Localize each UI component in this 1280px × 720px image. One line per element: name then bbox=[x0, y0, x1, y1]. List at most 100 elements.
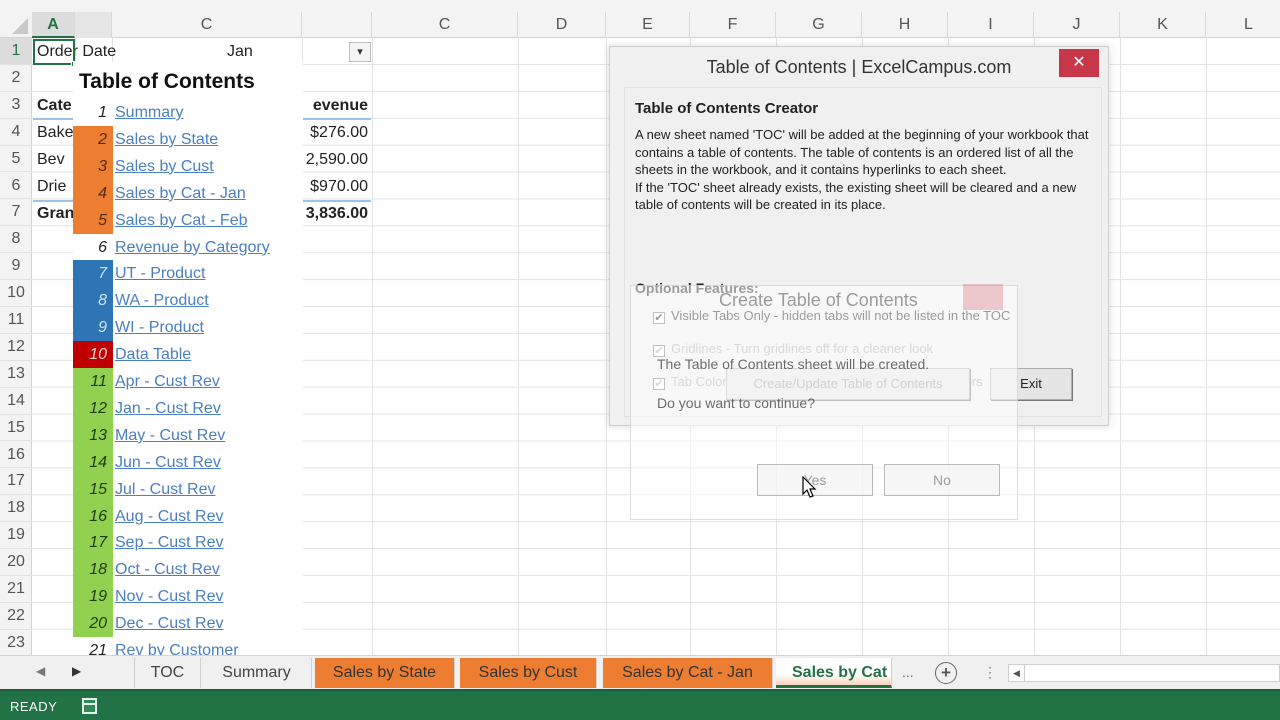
row-header-10[interactable]: 10 bbox=[0, 280, 32, 307]
row-header-7[interactable]: 7 bbox=[0, 199, 32, 227]
cell-revenue-2[interactable]: 2,590.00 bbox=[302, 151, 368, 169]
sheet-tab-toc[interactable]: TOC bbox=[134, 658, 201, 688]
row-header-22[interactable]: 22 bbox=[0, 603, 32, 630]
description-part-2: If the 'TOC' sheet already exists, the e… bbox=[635, 179, 1077, 213]
toc-item-link[interactable]: Aug - Cust Rev bbox=[115, 503, 223, 530]
toc-item-link[interactable]: Oct - Cust Rev bbox=[115, 556, 220, 583]
sheet-tab-sales-by-cat-jan[interactable]: Sales by Cat - Jan bbox=[603, 658, 773, 688]
row-header-18[interactable]: 18 bbox=[0, 495, 32, 523]
total-underline bbox=[33, 200, 73, 202]
column-header-d[interactable]: D bbox=[518, 12, 606, 38]
toc-item-link[interactable]: Nov - Cust Rev bbox=[115, 583, 223, 610]
row-header-13[interactable]: 13 bbox=[0, 361, 32, 388]
column-header-partial[interactable] bbox=[302, 12, 372, 38]
toc-item-link[interactable]: May - Cust Rev bbox=[115, 422, 225, 449]
scroll-left-arrow-icon[interactable]: ◀ bbox=[1009, 665, 1025, 681]
cell-a3[interactable]: Cate bbox=[37, 97, 72, 115]
toc-item: 7 UT - Product bbox=[73, 260, 303, 288]
row-header-20[interactable]: 20 bbox=[0, 549, 32, 576]
sheet-tab-sales-by-cust[interactable]: Sales by Cust bbox=[460, 658, 597, 688]
column-header-i[interactable]: I bbox=[948, 12, 1034, 38]
cell-a6[interactable]: Drie bbox=[37, 178, 66, 196]
row-header-23[interactable]: 23 bbox=[0, 630, 32, 657]
row-header-16[interactable]: 16 bbox=[0, 442, 32, 469]
row-header-5[interactable]: 5 bbox=[0, 146, 32, 173]
toc-item-link[interactable]: Sales by Cust bbox=[115, 153, 214, 180]
row-header-17[interactable]: 17 bbox=[0, 468, 32, 496]
toc-item-link[interactable]: WA - Product bbox=[115, 287, 209, 314]
column-header-h[interactable]: H bbox=[862, 12, 948, 38]
toc-item-link[interactable]: UT - Product bbox=[115, 260, 205, 287]
dialog-title: Table of Contents | ExcelCampus.com bbox=[706, 57, 1012, 77]
row-header-8[interactable]: 8 bbox=[0, 226, 32, 254]
toc-item-number: 11 bbox=[73, 368, 113, 395]
row-header-6[interactable]: 6 bbox=[0, 173, 32, 200]
column-header-l[interactable]: L bbox=[1206, 12, 1280, 38]
sheet-tab-sales-by-state[interactable]: Sales by State bbox=[315, 658, 455, 688]
toc-item-link[interactable]: Sales by State bbox=[115, 126, 218, 153]
tab-scroll-left-icon[interactable]: ◀ bbox=[36, 664, 45, 678]
toc-item-number: 3 bbox=[73, 152, 113, 180]
toc-item-link[interactable]: Summary bbox=[115, 99, 183, 126]
toc-item-number: 2 bbox=[73, 125, 113, 153]
row-header-14[interactable]: 14 bbox=[0, 388, 32, 415]
sheet-tab-sales-by-cat-feb[interactable]: Sales by Cat - Feb bbox=[776, 658, 892, 688]
row-header-3[interactable]: 3 bbox=[0, 92, 32, 119]
column-header-a[interactable]: A bbox=[32, 12, 75, 38]
toc-item-link[interactable]: Jul - Cust Rev bbox=[115, 476, 215, 503]
row-header-19[interactable]: 19 bbox=[0, 522, 32, 550]
column-header-f[interactable]: F bbox=[690, 12, 776, 38]
more-tabs-button[interactable]: ... bbox=[902, 664, 914, 680]
cell-a4[interactable]: Bake bbox=[37, 124, 73, 142]
cell-c1[interactable]: Jan bbox=[227, 43, 253, 61]
close-icon[interactable] bbox=[963, 284, 1003, 310]
toc-item-link[interactable]: Jun - Cust Rev bbox=[115, 449, 221, 476]
column-header-g[interactable]: G bbox=[776, 12, 862, 38]
column-header-b[interactable] bbox=[75, 12, 112, 38]
no-button[interactable]: No bbox=[884, 464, 1000, 496]
toc-item-link[interactable]: Sales by Cat - Jan bbox=[115, 180, 246, 207]
cell-a5[interactable]: Bev bbox=[37, 151, 65, 169]
toc-item-link[interactable]: Revenue by Category bbox=[115, 234, 270, 261]
toc-item: 18 Oct - Cust Rev bbox=[73, 556, 303, 584]
sheet-tab-summary[interactable]: Summary bbox=[202, 658, 312, 688]
column-header-j[interactable]: J bbox=[1034, 12, 1120, 38]
toc-item-link[interactable]: Apr - Cust Rev bbox=[115, 368, 220, 395]
toc-item-link[interactable]: Dec - Cust Rev bbox=[115, 610, 223, 637]
tab-scroll-right-icon[interactable]: ▶ bbox=[72, 664, 81, 678]
cell-revenue-total[interactable]: 3,836.00 bbox=[302, 205, 368, 223]
toc-item-link[interactable]: WI - Product bbox=[115, 314, 204, 341]
toc-item: 6 Revenue by Category bbox=[73, 234, 303, 261]
toc-item-link[interactable]: Data Table bbox=[115, 341, 191, 368]
filter-dropdown-button[interactable]: ▾ bbox=[349, 42, 371, 62]
row-header-21[interactable]: 21 bbox=[0, 576, 32, 603]
column-header-e[interactable]: E bbox=[606, 12, 690, 38]
toc-item-number: 10 bbox=[73, 341, 113, 369]
row-header-4[interactable]: 4 bbox=[0, 119, 32, 146]
gridline bbox=[1206, 38, 1207, 658]
macro-record-icon[interactable] bbox=[82, 698, 97, 714]
gridline bbox=[518, 38, 519, 658]
row-header-11[interactable]: 11 bbox=[0, 307, 32, 334]
toc-item-number: 19 bbox=[73, 583, 113, 611]
close-icon[interactable]: ✕ bbox=[1059, 49, 1099, 77]
cell-a7[interactable]: Gran bbox=[37, 205, 74, 223]
toc-item-link[interactable]: Sales by Cat - Feb bbox=[115, 207, 248, 234]
row-header-2[interactable]: 2 bbox=[0, 65, 32, 92]
horizontal-scrollbar[interactable]: ◀ bbox=[1008, 664, 1280, 682]
cell-revenue-header[interactable]: evenue bbox=[302, 97, 368, 115]
row-header-12[interactable]: 12 bbox=[0, 334, 32, 361]
cell-revenue-1[interactable]: $276.00 bbox=[302, 124, 368, 142]
toc-item-link[interactable]: Jan - Cust Rev bbox=[115, 395, 221, 422]
column-header-k[interactable]: K bbox=[1120, 12, 1206, 38]
select-all-corner[interactable] bbox=[0, 12, 32, 38]
column-header-c2[interactable]: C bbox=[372, 12, 518, 38]
row-header-1[interactable]: 1 bbox=[0, 38, 32, 65]
row-header-9[interactable]: 9 bbox=[0, 253, 32, 281]
row-header-15[interactable]: 15 bbox=[0, 415, 32, 442]
toc-item-link[interactable]: Sep - Cust Rev bbox=[115, 529, 223, 556]
cell-revenue-3[interactable]: $970.00 bbox=[302, 178, 368, 196]
column-header-c[interactable]: C bbox=[112, 12, 302, 38]
add-sheet-icon[interactable]: + bbox=[935, 662, 957, 684]
tab-split-handle[interactable]: ⋮ bbox=[983, 664, 997, 681]
